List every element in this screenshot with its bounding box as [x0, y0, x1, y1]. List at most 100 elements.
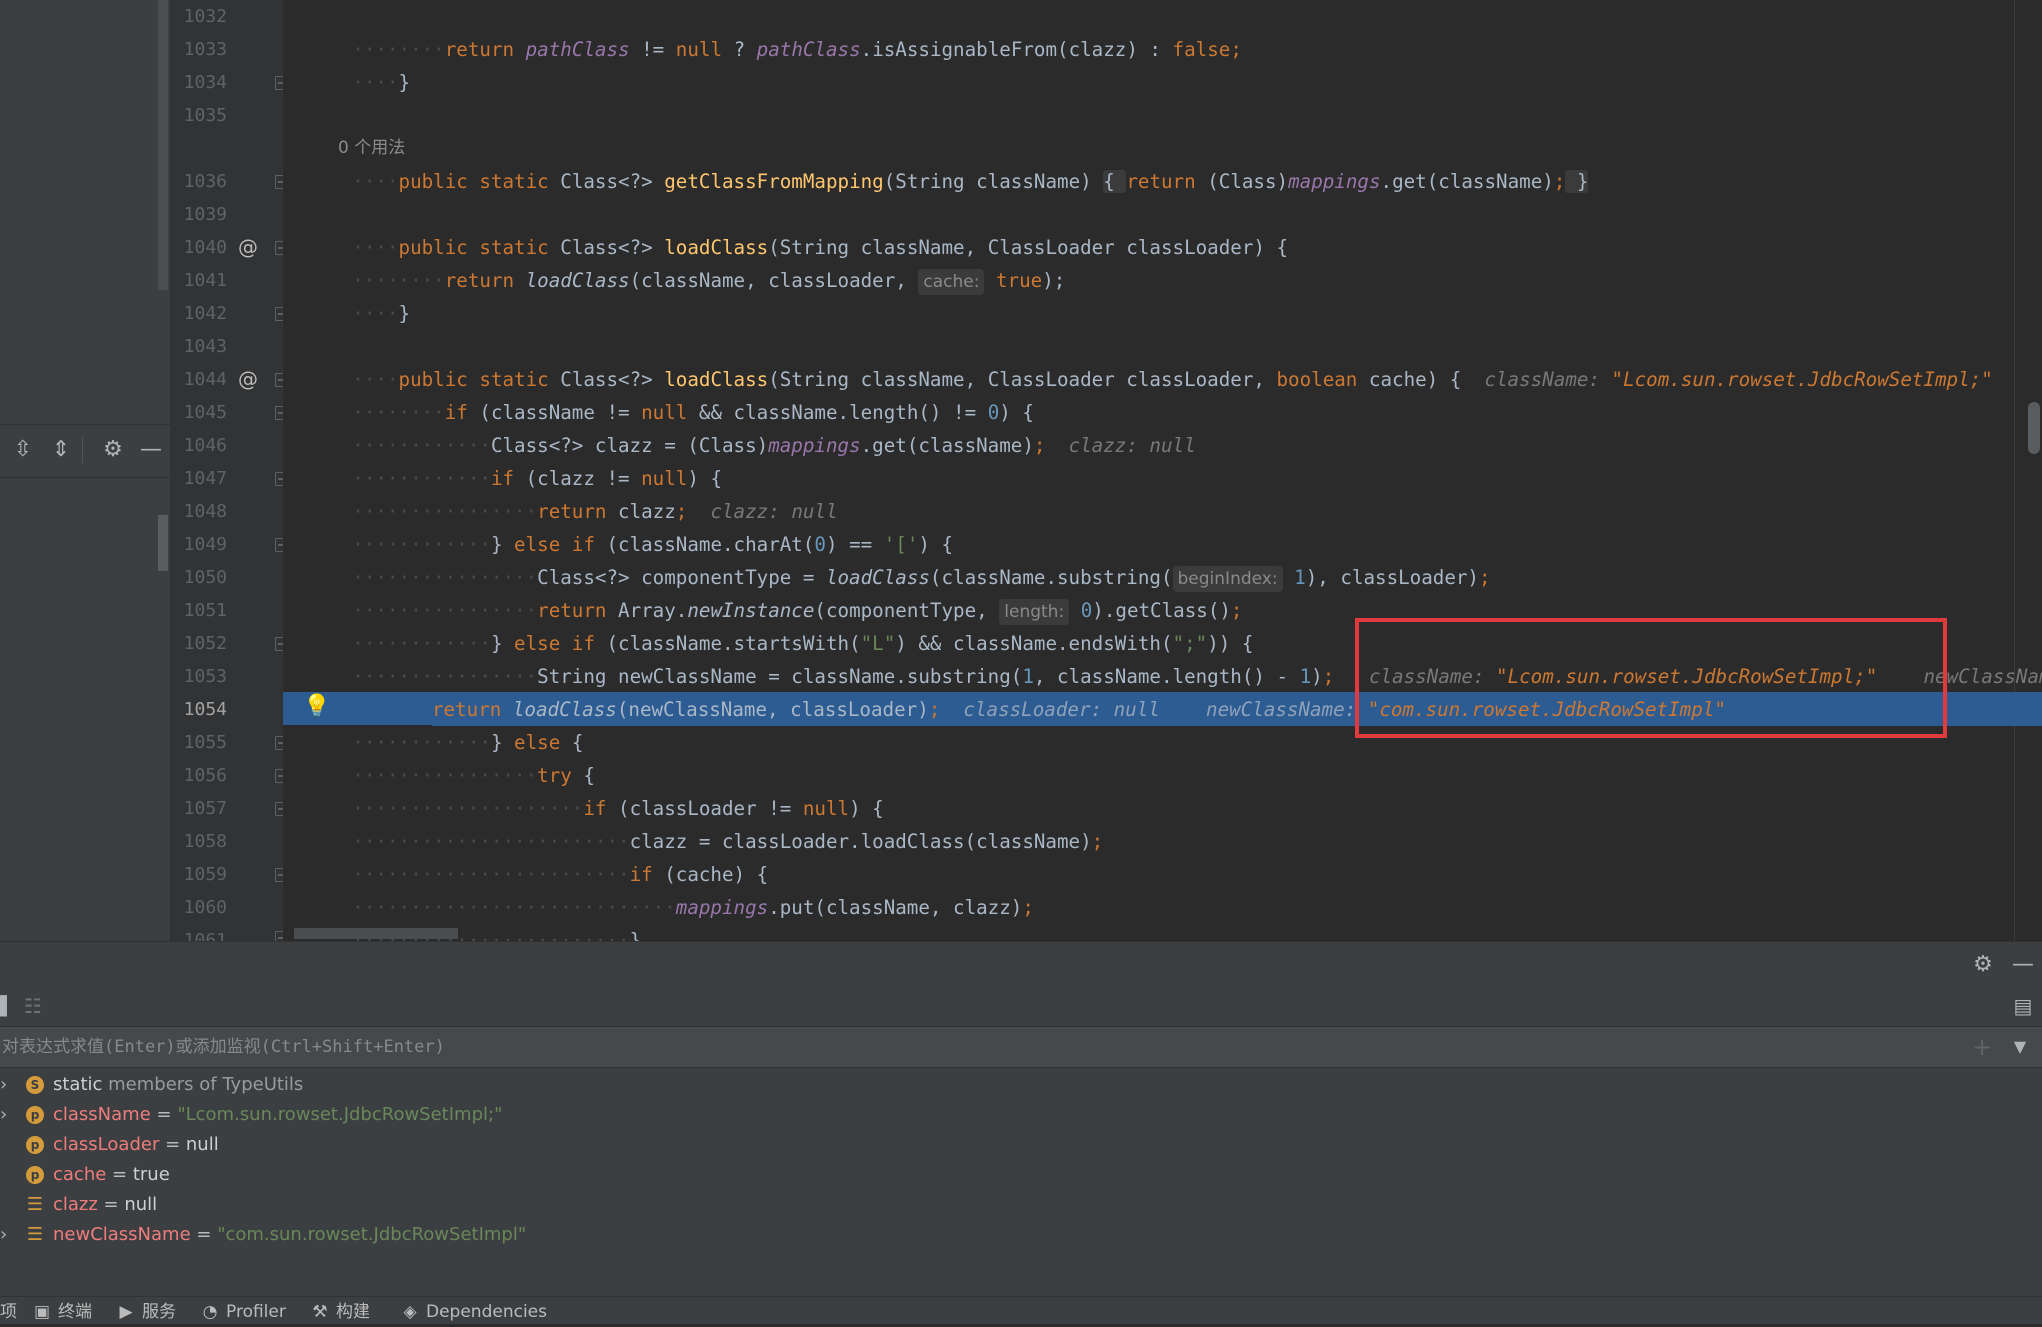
field: pathClass: [756, 38, 861, 61]
tool-window-project[interactable]: 项: [0, 1297, 17, 1324]
string-literal: "L": [860, 632, 896, 655]
folded-region[interactable]: {: [1103, 170, 1127, 193]
inline-debug-value: clazz: null: [1068, 434, 1196, 457]
variable-row[interactable]: p cache = true: [0, 1160, 2042, 1190]
annotation-highlight-box: [1355, 618, 1947, 738]
code-line-1047[interactable]: ············if (clazz != null) {: [283, 462, 2042, 495]
chevron-down-icon[interactable]: ▼: [2008, 1033, 2032, 1061]
variable-name: cache: [53, 1164, 107, 1185]
parameter-icon: p: [26, 1166, 44, 1184]
code-text: ;: [675, 500, 688, 523]
folded-region[interactable]: }: [1565, 170, 1589, 193]
code-line-1044[interactable]: ····public static Class<?> loadClass(Str…: [283, 363, 2042, 396]
editor-gutter[interactable]: 1032 1033 1034 1035 1036 1039 1040 1041 …: [171, 0, 287, 951]
number: 0: [814, 533, 826, 556]
line-number: 1049: [183, 534, 227, 555]
override-marker-icon[interactable]: @: [237, 231, 259, 264]
line-number: 1039: [183, 204, 227, 225]
usages-hint[interactable]: 0 个用法: [338, 132, 2042, 165]
expand-all-icon[interactable]: ⇳: [10, 437, 36, 463]
left-panel-scrollbar-top[interactable]: [158, 0, 168, 290]
variable-value: "Lcom.sun.rowset.JdbcRowSetImpl;": [177, 1104, 503, 1125]
keyword: else if: [514, 632, 595, 655]
minimize-icon[interactable]: —: [138, 437, 164, 463]
code-line-1058[interactable]: ························clazz = classLoa…: [283, 825, 2042, 858]
inline-debug-value-name: newClassName:: [1206, 698, 1368, 721]
code-line-1040[interactable]: ····public static Class<?> loadClass(Str…: [283, 231, 2042, 264]
collapse-all-icon[interactable]: ⇕: [48, 437, 74, 463]
code-line-1056[interactable]: ················try {: [283, 759, 2042, 792]
threads-icon[interactable]: ☷: [24, 994, 48, 1018]
code-line-1050[interactable]: ················Class<?> componentType =…: [283, 561, 2042, 594]
code-text: ), classLoader): [1305, 566, 1479, 589]
frames-icon[interactable]: ▌: [0, 996, 14, 1017]
code-line-1041[interactable]: ········return loadClass(className, clas…: [283, 264, 2042, 297]
code-line-1045[interactable]: ········if (className != null && classNa…: [283, 396, 2042, 429]
code-line-1034[interactable]: ····}: [283, 66, 2042, 99]
code-line-1049[interactable]: ············} else if (className.charAt(…: [283, 528, 2042, 561]
add-watch-icon[interactable]: +: [1970, 1033, 1994, 1061]
keyword: else: [514, 731, 561, 754]
variable-row[interactable]: › p className = "Lcom.sun.rowset.JdbcRow…: [0, 1100, 2042, 1130]
code-text: ;: [1230, 38, 1242, 61]
code-line-1060[interactable]: ····························mappings.put…: [283, 891, 2042, 924]
keyword: return: [432, 698, 513, 721]
keyword: null: [641, 467, 688, 490]
tool-window-terminal[interactable]: ▣ 终端: [32, 1297, 92, 1324]
variable-row[interactable]: › S static members of TypeUtils: [0, 1070, 2042, 1100]
gear-icon[interactable]: ⚙: [1970, 952, 1996, 978]
code-text: (String className, ClassLoader classLoad…: [768, 368, 1277, 391]
horizontal-scrollbar-thumb[interactable]: [294, 928, 458, 939]
line-number: 1036: [183, 171, 227, 192]
variable-row[interactable]: p classLoader = null: [0, 1130, 2042, 1160]
code-text: && className.length() !=: [687, 401, 988, 424]
code-line-1048[interactable]: ················return clazz; clazz: nul…: [283, 495, 2042, 528]
code-text: }: [398, 302, 411, 325]
left-panel-scrollbar-thumb[interactable]: [158, 515, 168, 571]
debugger-toolbar: ▌ ☷ ▤: [0, 990, 2042, 1022]
code-text: .get(className): [860, 434, 1034, 457]
code-line-1046[interactable]: ············Class<?> clazz = (Class)mapp…: [283, 429, 2042, 462]
layout-icon[interactable]: ▤: [2010, 994, 2036, 1018]
chevron-right-icon[interactable]: ›: [0, 1070, 12, 1100]
code-text: (String className): [883, 170, 1104, 193]
code-line-1036[interactable]: ····public static Class<?> getClassFromM…: [283, 165, 2042, 198]
code-line-1061[interactable]: ························}: [283, 924, 2042, 941]
tool-window-build[interactable]: ⚒ 构建: [310, 1297, 370, 1324]
code-line-1057[interactable]: ····················if (classLoader != n…: [283, 792, 2042, 825]
line-number: 1059: [183, 864, 227, 885]
tool-window-dependencies[interactable]: ◈ Dependencies: [400, 1297, 547, 1324]
lightbulb-icon[interactable]: 💡: [303, 693, 330, 721]
left-panel-toolbar: ⇳ ⇕ ⚙ —: [0, 424, 170, 478]
variable-row[interactable]: › ☰ newClassName = "com.sun.rowset.JdbcR…: [0, 1220, 2042, 1250]
code-text: Class<?> componentType =: [537, 566, 826, 589]
line-number: 1041: [183, 270, 227, 291]
chevron-right-icon[interactable]: ›: [0, 1220, 12, 1250]
tool-window-profiler[interactable]: ◔ Profiler: [200, 1297, 286, 1324]
parameter-hint: beginIndex:: [1172, 566, 1283, 592]
gear-icon[interactable]: ⚙: [100, 437, 126, 463]
string-literal: '[': [883, 533, 919, 556]
vertical-scrollbar-thumb[interactable]: [2028, 402, 2040, 454]
keyword: return: [444, 38, 515, 61]
current-line-number: 1054: [183, 699, 227, 720]
tool-window-label: 服务: [142, 1302, 176, 1322]
tool-window-label: 项: [0, 1302, 17, 1322]
tool-window-services[interactable]: ▶ 服务: [116, 1297, 176, 1324]
code-line-1059[interactable]: ························if (cache) {: [283, 858, 2042, 891]
override-marker-icon[interactable]: @: [237, 363, 259, 396]
code-text: }: [490, 731, 515, 754]
variable-row[interactable]: ☰ clazz = null: [0, 1190, 2042, 1220]
evaluate-expression-input[interactable]: [0, 1027, 1904, 1067]
code-line-1033[interactable]: ········return pathClass != null ? pathC…: [283, 33, 2042, 66]
code-text: Class<?>: [560, 236, 665, 259]
variable-name: clazz: [53, 1194, 98, 1215]
keyword: public static: [398, 236, 561, 259]
line-number: 1047: [183, 468, 227, 489]
chevron-right-icon[interactable]: ›: [0, 1100, 12, 1130]
line-number: 1033: [183, 39, 227, 60]
method-call: loadClass: [525, 269, 630, 292]
field: pathClass: [525, 38, 630, 61]
minimize-icon[interactable]: —: [2010, 952, 2036, 978]
code-line-1042[interactable]: ····}: [283, 297, 2042, 330]
